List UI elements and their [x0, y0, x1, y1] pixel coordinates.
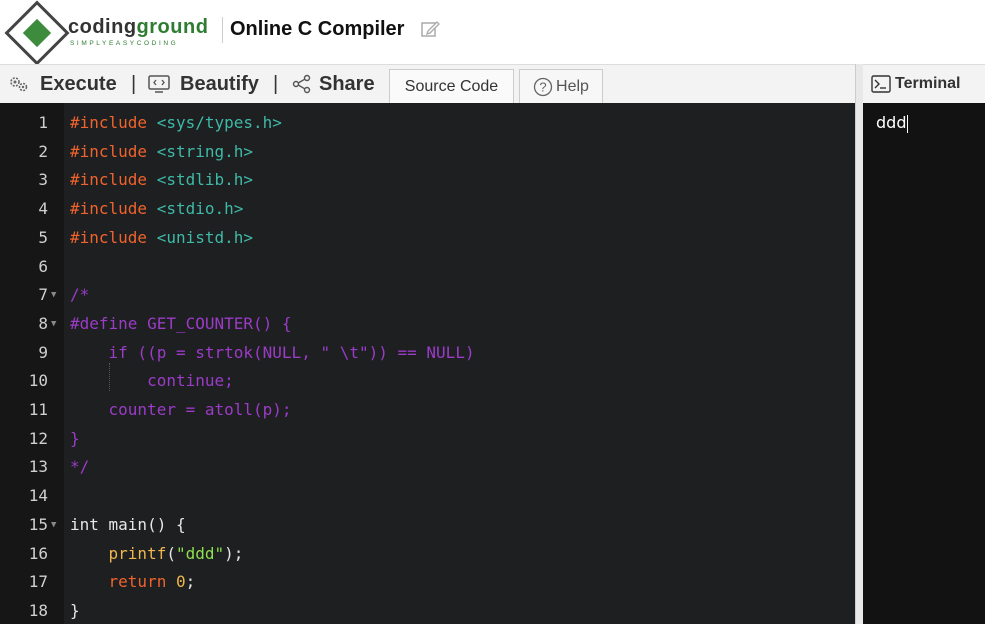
line-number: 3 — [38, 170, 48, 190]
line-number: 5 — [38, 227, 48, 247]
execute-button[interactable]: Execute — [8, 65, 117, 103]
toolbar-separator: | — [131, 73, 137, 95]
code-text: #include <stdlib.h> — [70, 170, 254, 190]
line-number: 17 — [28, 572, 48, 592]
code-text: } — [70, 428, 80, 448]
code-text: #include <stdio.h> — [70, 199, 244, 219]
code-line[interactable]: 6 — [0, 253, 855, 282]
terminal-title: Terminal — [895, 75, 961, 92]
code-text: printf("ddd"); — [108, 543, 244, 563]
code-line[interactable]: 7 ▼ /* — [0, 281, 855, 310]
code-line[interactable]: 18} — [0, 597, 855, 624]
code-line[interactable]: 12} — [0, 425, 855, 454]
code-text: int main() { — [70, 514, 186, 534]
code-line[interactable]: 16 printf("ddd"); — [0, 540, 855, 569]
share-button[interactable]: Share — [292, 65, 375, 103]
code-text: #include <unistd.h> — [70, 227, 254, 247]
code-line[interactable]: 10 continue; — [0, 367, 855, 396]
code-text: counter = atoll(p); — [70, 400, 292, 419]
terminal-header: Terminal — [863, 64, 985, 104]
line-number: 8 — [38, 313, 48, 333]
execute-label: Execute — [40, 72, 117, 95]
terminal-cursor — [907, 114, 909, 133]
code-text: /* — [70, 285, 90, 305]
line-number: 18 — [28, 600, 48, 620]
editor-toolbar: Execute | Beautify | Share Source Code ?… — [0, 64, 855, 104]
line-number: 9 — [38, 342, 48, 362]
tab-label: Source Code — [404, 78, 499, 95]
fold-arrow-icon[interactable]: ▼ — [51, 511, 56, 540]
code-line[interactable]: 2 #include <string.h> — [0, 138, 855, 167]
codingground-logo[interactable]: codingground SIMPLYEASYCODING — [4, 0, 209, 66]
code-text: #include <sys/types.h> — [70, 113, 282, 132]
beautify-icon — [148, 75, 170, 93]
line-number: 12 — [28, 428, 48, 448]
code-line[interactable]: 1 #include <sys/types.h> — [0, 109, 855, 138]
code-line[interactable]: 14 — [0, 482, 855, 511]
fold-arrow-icon[interactable]: ▼ — [51, 281, 56, 310]
share-icon — [292, 74, 311, 94]
code-line[interactable]: 15 ▼ int main() { — [0, 511, 855, 540]
share-label: Share — [319, 72, 375, 95]
line-number: 7 — [38, 285, 48, 305]
fold-arrow-icon[interactable]: ▼ — [51, 310, 56, 339]
svg-text:?: ? — [539, 80, 546, 95]
tab-source-code[interactable]: Source Code — [389, 69, 514, 104]
code-line[interactable]: 3 #include <stdlib.h> — [0, 166, 855, 195]
line-number: 16 — [28, 543, 48, 563]
beautify-button[interactable]: Beautify — [148, 65, 259, 103]
toolbar-separator: | — [273, 73, 279, 95]
code-text: #define GET_COUNTER() { — [70, 313, 292, 333]
code-text: */ — [70, 457, 90, 477]
code-text: return 0; — [108, 572, 196, 592]
code-line[interactable]: 17 return 0; — [0, 568, 855, 597]
code-line[interactable]: 8 ▼ #define GET_COUNTER() { — [0, 310, 855, 339]
line-number: 13 — [28, 457, 48, 477]
terminal-icon — [871, 75, 891, 93]
title-divider — [222, 17, 223, 43]
edit-title-icon[interactable] — [420, 19, 440, 39]
logo-tagline: SIMPLYEASYCODING — [70, 40, 179, 47]
code-line[interactable]: 4 #include <stdio.h> — [0, 195, 855, 224]
code-text: } — [70, 600, 80, 620]
line-number: 10 — [28, 371, 48, 391]
logo-wordmark: codingground — [68, 16, 209, 38]
beautify-label: Beautify — [180, 72, 259, 95]
tab-label: Help — [556, 78, 589, 95]
line-number: 15 — [28, 514, 48, 534]
tab-help[interactable]: ? Help — [519, 69, 603, 104]
terminal-text: ddd — [876, 113, 909, 133]
line-number: 14 — [28, 486, 48, 506]
line-number: 4 — [38, 199, 48, 219]
line-number: 11 — [28, 400, 48, 419]
gears-icon — [10, 77, 28, 92]
page-title: Online C Compiler — [230, 18, 405, 40]
code-editor[interactable]: 1 #include <sys/types.h> 2 #include <string… — [0, 103, 855, 624]
code-text: #include <string.h> — [70, 141, 254, 161]
line-number: 2 — [38, 141, 48, 161]
terminal-output[interactable]: ddd — [863, 103, 985, 624]
code-text: continue; — [70, 371, 234, 391]
line-number: 6 — [38, 256, 48, 276]
line-number: 1 — [38, 113, 48, 132]
logo-emblem-icon — [4, 0, 70, 66]
help-icon: ? — [533, 77, 553, 97]
site-header: codingground SIMPLYEASYCODING Online C C… — [0, 0, 985, 66]
code-line[interactable]: 13 */ — [0, 453, 855, 482]
code-text: if ((p = strtok(NULL, " \t")) == NULL) — [70, 342, 475, 362]
code-line[interactable]: 9 if ((p = strtok(NULL, " \t")) == NULL) — [0, 339, 855, 368]
code-line[interactable]: 5 #include <unistd.h> — [0, 224, 855, 253]
code-line[interactable]: 11 counter = atoll(p); — [0, 396, 855, 425]
